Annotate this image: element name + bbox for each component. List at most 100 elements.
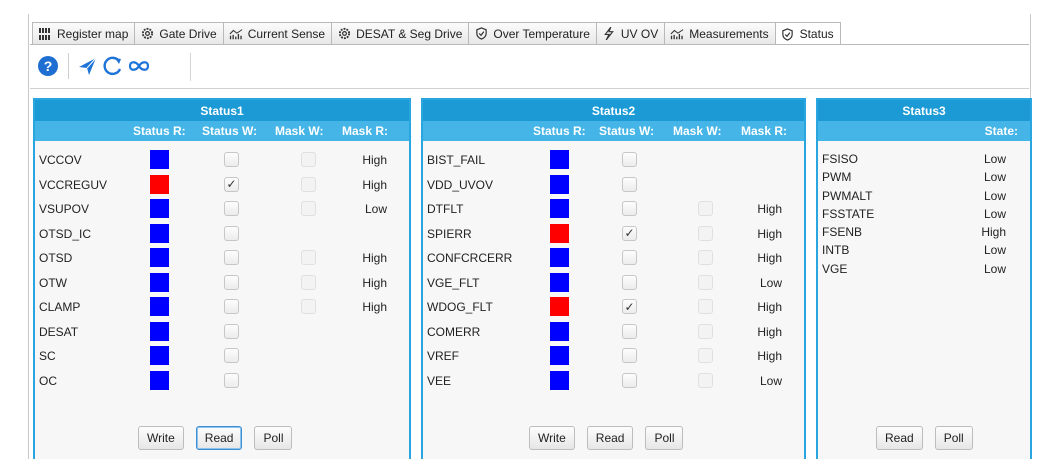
- write-button[interactable]: Write: [529, 426, 575, 450]
- refresh-icon: [103, 56, 122, 76]
- status-w-checkbox[interactable]: [224, 348, 239, 363]
- state-row: PWMALT Low: [818, 186, 1030, 204]
- signal-label: FSENB: [822, 225, 863, 240]
- tab-measurements[interactable]: Measurements: [664, 22, 776, 44]
- write-button[interactable]: Write: [138, 426, 184, 450]
- poll-button[interactable]: Poll: [934, 426, 973, 450]
- status-w-checkbox[interactable]: ✓: [622, 225, 637, 241]
- state-row: FSENB High: [818, 222, 1030, 240]
- mask-r-value: Low: [759, 373, 782, 388]
- status-w-checkbox[interactable]: [622, 176, 637, 192]
- status3-rows: FSISO Low PWM Low PWMALT Low FSSTATE Low FSENB Hi…: [818, 141, 1030, 277]
- mask-w-checkbox[interactable]: [698, 274, 713, 290]
- status-r-indicator: [150, 199, 169, 218]
- register-flag-label: SPIERR: [427, 226, 472, 241]
- tab-label: Gate Drive: [159, 26, 217, 41]
- table-row: CLAMP High: [35, 295, 409, 320]
- status3-buttons: Read Poll: [876, 426, 985, 450]
- tab-current-sense[interactable]: Current Sense: [222, 22, 333, 44]
- help-button[interactable]: ?: [36, 54, 60, 78]
- signal-state-value: Low: [983, 261, 1006, 276]
- poll-continuous-button[interactable]: [127, 54, 151, 78]
- toolbar: ?: [36, 52, 153, 80]
- signal-state-value: Low: [983, 243, 1006, 258]
- register-flag-label: OTSD_IC: [39, 226, 92, 241]
- status-w-checkbox[interactable]: ✓: [622, 299, 637, 314]
- mask-w-checkbox[interactable]: [698, 372, 713, 388]
- status-w-checkbox[interactable]: [622, 152, 637, 167]
- mask-w-checkbox[interactable]: [301, 299, 316, 314]
- mask-w-checkbox[interactable]: [301, 152, 316, 167]
- signal-state-value: Low: [983, 206, 1006, 221]
- status-r-indicator: [150, 297, 169, 316]
- status-r-indicator: [150, 272, 169, 292]
- status-r-indicator: [550, 297, 569, 316]
- tab-desat-seg-drive[interactable]: DESAT & Seg Drive: [331, 22, 470, 44]
- content-divider: [30, 88, 1029, 89]
- table-row: BIST_FAIL: [423, 148, 804, 173]
- register-flag-label: DTFLT: [427, 202, 464, 216]
- table-row: WDOG_FLT ✓ High: [423, 295, 804, 320]
- mask-w-checkbox[interactable]: [301, 250, 316, 265]
- mask-w-checkbox[interactable]: [301, 274, 316, 290]
- status-w-checkbox[interactable]: [224, 299, 239, 314]
- tab-over-temperature[interactable]: Over Temperature: [468, 22, 597, 44]
- status-w-checkbox[interactable]: [224, 250, 239, 265]
- read-button[interactable]: Read: [586, 426, 634, 450]
- mask-r-value: Low: [759, 275, 782, 290]
- register-flag-label: CONFCRCERR: [427, 251, 513, 265]
- status3-panel: Status3 State: FSISO Low PWM Low PWMALT Low FS…: [816, 98, 1032, 459]
- status-r-indicator: [550, 199, 569, 218]
- poll-button[interactable]: Poll: [645, 426, 684, 450]
- mask-w-checkbox[interactable]: [698, 323, 713, 339]
- status-w-checkbox[interactable]: [622, 323, 637, 339]
- signal-state-value: High: [981, 225, 1006, 240]
- send-button[interactable]: [75, 54, 99, 78]
- status-w-checkbox[interactable]: [622, 348, 637, 363]
- mask-w-checkbox[interactable]: [698, 348, 713, 363]
- status-w-checkbox[interactable]: [622, 274, 637, 290]
- tab-uv-ov[interactable]: UV OV: [595, 22, 666, 44]
- status-w-checkbox[interactable]: [224, 274, 239, 290]
- infinity-loop-icon: [128, 61, 150, 71]
- status-w-checkbox[interactable]: [622, 201, 637, 216]
- state-row: FSISO Low: [818, 149, 1030, 167]
- status1-panel: Status1 Status R: Status W: Mask W: Mask…: [33, 98, 411, 459]
- register-flag-label: OTW: [39, 275, 67, 290]
- tab-status[interactable]: Status: [774, 22, 841, 45]
- signal-label: FSISO: [822, 152, 859, 166]
- status-r-header: Status R:: [133, 124, 186, 138]
- mask-w-checkbox[interactable]: [301, 176, 316, 192]
- status-w-checkbox[interactable]: [224, 201, 239, 216]
- panel-header: State:: [818, 121, 1030, 141]
- read-button[interactable]: Read: [876, 426, 923, 450]
- tab-gate-drive[interactable]: Gate Drive: [134, 22, 224, 44]
- status-w-checkbox[interactable]: [224, 323, 239, 339]
- status-w-checkbox[interactable]: [622, 372, 637, 388]
- tab-label: Current Sense: [247, 26, 326, 41]
- status-w-checkbox[interactable]: [224, 225, 239, 241]
- mask-r-value: High: [757, 202, 782, 216]
- table-row: VDD_UVOV: [423, 173, 804, 198]
- signal-state-value: Low: [983, 188, 1006, 203]
- svg-text:?: ?: [44, 58, 53, 74]
- status-w-checkbox[interactable]: [224, 152, 239, 167]
- status-w-checkbox[interactable]: [224, 372, 239, 388]
- mask-w-header: Mask W:: [275, 124, 324, 138]
- refresh-button[interactable]: [101, 54, 125, 78]
- poll-button[interactable]: Poll: [254, 426, 293, 450]
- status-r-indicator: [150, 150, 169, 169]
- status-w-checkbox[interactable]: ✓: [224, 176, 239, 192]
- mask-w-checkbox[interactable]: [301, 201, 316, 216]
- table-row: CONFCRCERR High: [423, 246, 804, 271]
- tab-register-map[interactable]: Register map: [32, 22, 136, 44]
- register-flag-label: DESAT: [39, 324, 79, 339]
- mask-w-checkbox[interactable]: [698, 201, 713, 216]
- read-button[interactable]: Read: [195, 426, 243, 450]
- mask-w-checkbox[interactable]: [698, 299, 713, 314]
- register-flag-label: VGE_FLT: [427, 275, 480, 290]
- status1-rows: VCCOV High VCCREGUV ✓ High VSUPOV Low OTSD_IC OT…: [35, 141, 409, 393]
- mask-w-checkbox[interactable]: [698, 225, 713, 241]
- mask-w-checkbox[interactable]: [698, 250, 713, 265]
- status-w-checkbox[interactable]: [622, 250, 637, 265]
